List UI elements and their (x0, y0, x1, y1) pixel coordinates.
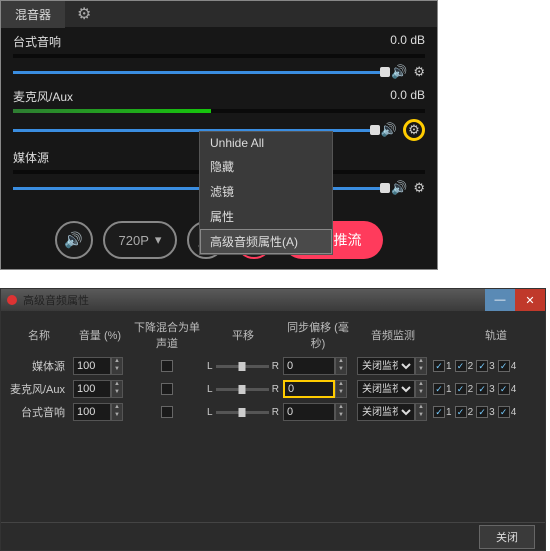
level-meter (13, 109, 425, 113)
gear-icon[interactable]: ⚙ (413, 64, 425, 80)
dialog-title: 高级音频属性 (23, 292, 89, 308)
tracks-group: 1234 (433, 406, 550, 418)
track-checkbox[interactable] (455, 383, 467, 395)
dialog-body: 名称音量 (%)下降混合为单声道平移同步偏移 (毫秒)音频监测轨道 媒体源▲▼L… (1, 311, 545, 522)
track-checkbox[interactable] (498, 406, 510, 418)
gear-icon[interactable]: ⚙ (408, 122, 420, 138)
menu-item[interactable]: 属性 (200, 204, 332, 229)
table-row: 媒体源▲▼LR▲▼关闭监视▲▼1234 (9, 357, 537, 375)
speaker-icon[interactable]: 🔊 (381, 122, 397, 138)
source-db: 0.0 dB (390, 88, 425, 105)
column-header: 同步偏移 (毫秒) (283, 319, 353, 351)
track-checkbox[interactable] (498, 360, 510, 372)
spinner[interactable]: ▲▼ (335, 357, 347, 375)
table-row: 麦克风/Aux▲▼LR▲▼关闭监视▲▼1234 (9, 380, 537, 398)
mixer-header: 混音器 ⚙ (1, 1, 437, 27)
speaker-icon: 🔊 (64, 231, 83, 249)
mute-button[interactable]: 🔊 (55, 221, 93, 259)
sync-offset-field[interactable]: ▲▼ (283, 357, 353, 375)
table-row: 台式音响▲▼LR▲▼关闭监视▲▼1234 (9, 403, 537, 421)
volume-slider[interactable] (13, 71, 385, 74)
menu-item[interactable]: Unhide All (200, 132, 332, 154)
column-header: 下降混合为单声道 (131, 319, 203, 351)
source-db: 0.0 dB (390, 33, 425, 50)
mono-checkbox[interactable] (161, 360, 173, 372)
mixer-tab[interactable]: 混音器 (1, 1, 65, 28)
balance-slider[interactable]: LR (207, 407, 279, 418)
header-gear-icon[interactable]: ⚙ (77, 4, 91, 24)
monitor-select[interactable]: 关闭监视▲▼ (357, 380, 429, 398)
column-header: 名称 (9, 327, 69, 343)
column-header: 轨道 (433, 327, 550, 343)
sync-offset-field[interactable]: ▲▼ (283, 380, 353, 398)
track-checkbox[interactable] (498, 383, 510, 395)
close-button[interactable]: 关闭 (479, 525, 535, 549)
quality-button[interactable]: 720P ▾ (103, 221, 178, 259)
column-header: 音频监测 (357, 327, 429, 343)
gear-icon[interactable]: ⚙ (413, 180, 425, 196)
spinner[interactable]: ▲▼ (111, 403, 123, 421)
menu-advanced-audio[interactable]: 高级音频属性(A) (200, 229, 332, 254)
mono-checkbox[interactable] (161, 383, 173, 395)
quality-label: 720P (119, 233, 149, 248)
column-header: 音量 (%) (73, 327, 127, 343)
row-name: 麦克风/Aux (9, 381, 69, 397)
chevron-down-icon: ▾ (155, 232, 162, 248)
column-header: 平移 (207, 327, 279, 343)
gear-icon-highlight: ⚙ (403, 119, 425, 141)
spinner[interactable]: ▲▼ (111, 380, 123, 398)
tracks-group: 1234 (433, 360, 550, 372)
context-menu: Unhide All隐藏滤镜属性 高级音频属性(A) (199, 131, 333, 255)
track-checkbox[interactable] (455, 406, 467, 418)
row-name: 媒体源 (9, 358, 69, 374)
spinner[interactable]: ▲▼ (415, 380, 427, 398)
window-close-button[interactable]: ✕ (515, 289, 545, 311)
dialog-footer: 关闭 (1, 522, 545, 550)
speaker-icon[interactable]: 🔊 (391, 180, 407, 196)
balance-slider[interactable]: LR (207, 384, 279, 395)
mono-checkbox[interactable] (161, 406, 173, 418)
volume-field[interactable]: ▲▼ (73, 403, 127, 421)
track-checkbox[interactable] (433, 360, 445, 372)
spinner[interactable]: ▲▼ (335, 403, 347, 421)
source-name: 媒体源 (13, 149, 49, 166)
minimize-button[interactable]: — (485, 289, 515, 311)
level-meter (13, 54, 425, 58)
track-checkbox[interactable] (433, 406, 445, 418)
volume-field[interactable]: ▲▼ (73, 357, 127, 375)
track-checkbox[interactable] (476, 360, 488, 372)
track-checkbox[interactable] (476, 383, 488, 395)
sync-offset-field[interactable]: ▲▼ (283, 403, 353, 421)
spinner[interactable]: ▲▼ (111, 357, 123, 375)
tracks-group: 1234 (433, 383, 550, 395)
row-name: 台式音响 (9, 404, 69, 420)
speaker-icon[interactable]: 🔊 (391, 64, 407, 80)
track-checkbox[interactable] (476, 406, 488, 418)
track-checkbox[interactable] (433, 383, 445, 395)
mixer-panel: 混音器 ⚙ 台式音响 0.0 dB 🔊 ⚙ 麦克风/Aux 0.0 dB 🔊 ⚙ 媒体源 🔊 ⚙ U… (0, 0, 438, 270)
volume-field[interactable]: ▲▼ (73, 380, 127, 398)
spinner[interactable]: ▲▼ (415, 403, 427, 421)
advanced-audio-dialog: 高级音频属性 — ✕ 名称音量 (%)下降混合为单声道平移同步偏移 (毫秒)音频… (0, 288, 546, 551)
source-name: 麦克风/Aux (13, 88, 73, 105)
audio-source-row: 台式音响 0.0 dB 🔊 ⚙ (1, 27, 437, 82)
track-checkbox[interactable] (455, 360, 467, 372)
dialog-titlebar: 高级音频属性 — ✕ (1, 289, 545, 311)
menu-item[interactable]: 滤镜 (200, 179, 332, 204)
menu-item[interactable]: 隐藏 (200, 154, 332, 179)
spinner[interactable]: ▲▼ (415, 357, 427, 375)
balance-slider[interactable]: LR (207, 361, 279, 372)
source-name: 台式音响 (13, 33, 61, 50)
spinner[interactable]: ▲▼ (335, 380, 347, 398)
monitor-select[interactable]: 关闭监视▲▼ (357, 357, 429, 375)
monitor-select[interactable]: 关闭监视▲▼ (357, 403, 429, 421)
app-icon (7, 295, 17, 305)
